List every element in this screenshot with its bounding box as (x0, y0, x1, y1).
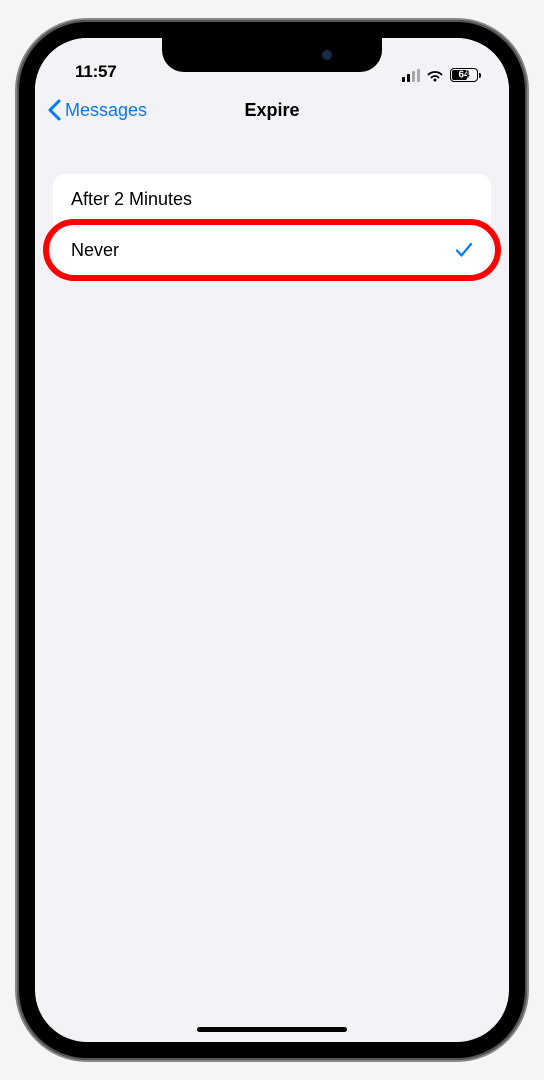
status-right: 64 (402, 68, 481, 82)
option-label: Never (71, 240, 119, 261)
options-group: After 2 Minutes Never (53, 174, 491, 275)
home-indicator[interactable] (197, 1027, 347, 1032)
battery-percent: 64 (458, 70, 469, 81)
back-button[interactable]: Messages (47, 99, 147, 121)
cellular-signal-icon (402, 69, 420, 82)
option-never[interactable]: Never (53, 225, 491, 275)
phone-screen: 11:57 64 (35, 38, 509, 1042)
option-after-2-minutes[interactable]: After 2 Minutes (53, 174, 491, 224)
wifi-icon (426, 68, 444, 82)
notch (162, 38, 382, 72)
phone-frame: 11:57 64 (17, 20, 527, 1060)
chevron-left-icon (47, 99, 61, 121)
content-area: After 2 Minutes Never (35, 134, 509, 275)
back-label: Messages (65, 100, 147, 121)
navigation-bar: Messages Expire (35, 86, 509, 134)
front-camera (322, 50, 332, 60)
status-time: 11:57 (75, 62, 117, 82)
option-label: After 2 Minutes (71, 189, 192, 210)
battery-icon: 64 (450, 68, 481, 82)
page-title: Expire (244, 100, 299, 121)
checkmark-icon (455, 241, 473, 259)
